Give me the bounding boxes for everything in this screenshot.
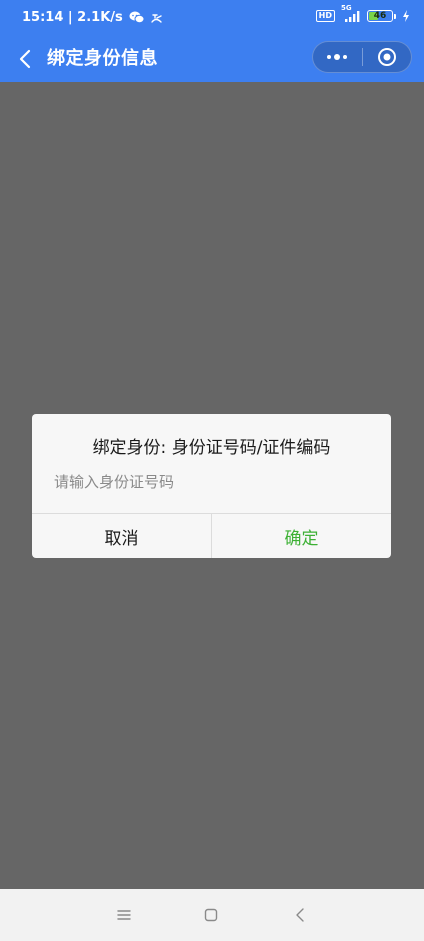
wechat-icon	[129, 11, 145, 24]
more-icon	[327, 54, 348, 60]
signal-icon: 5G	[341, 4, 361, 22]
notification-icon	[151, 12, 163, 24]
header: 15:14 | 2.1K/s HD 5G 46 绑定身份信息	[0, 0, 424, 82]
close-target-icon	[377, 48, 396, 66]
back-icon	[19, 49, 31, 69]
charging-icon	[402, 10, 410, 22]
system-back-button[interactable]	[286, 901, 314, 929]
mini-program-capsule	[312, 41, 412, 73]
menu-icon	[117, 910, 131, 920]
back-nav-icon	[296, 908, 304, 922]
page-title: 绑定身份信息	[47, 48, 158, 69]
nav-bar: 绑定身份信息	[0, 38, 424, 82]
menu-button[interactable]	[110, 901, 138, 929]
more-button[interactable]	[313, 42, 362, 72]
hd-badge: HD	[315, 10, 335, 22]
home-icon	[204, 908, 218, 922]
close-mini-program-button[interactable]	[363, 42, 412, 72]
status-bar: 15:14 | 2.1K/s HD 5G 46	[0, 0, 424, 38]
status-right: HD 5G 46	[315, 4, 410, 22]
system-navigation-bar	[0, 889, 424, 941]
battery-icon: 46	[367, 10, 396, 22]
status-left: 15:14 | 2.1K/s	[22, 10, 163, 25]
status-time-speed: 15:14 | 2.1K/s	[22, 10, 123, 25]
bind-identity-dialog: 绑定身份: 身份证号码/证件编码 取消 确定	[32, 414, 391, 558]
home-button[interactable]	[197, 901, 225, 929]
id-number-input[interactable]	[54, 469, 369, 495]
dialog-footer: 取消 确定	[32, 513, 391, 558]
network-type: 5G	[341, 4, 352, 12]
back-button[interactable]	[10, 44, 40, 74]
dialog-title: 绑定身份: 身份证号码/证件编码	[92, 438, 331, 458]
cancel-button[interactable]: 取消	[32, 514, 212, 558]
confirm-button[interactable]: 确定	[212, 514, 391, 558]
battery-level: 46	[373, 11, 387, 21]
